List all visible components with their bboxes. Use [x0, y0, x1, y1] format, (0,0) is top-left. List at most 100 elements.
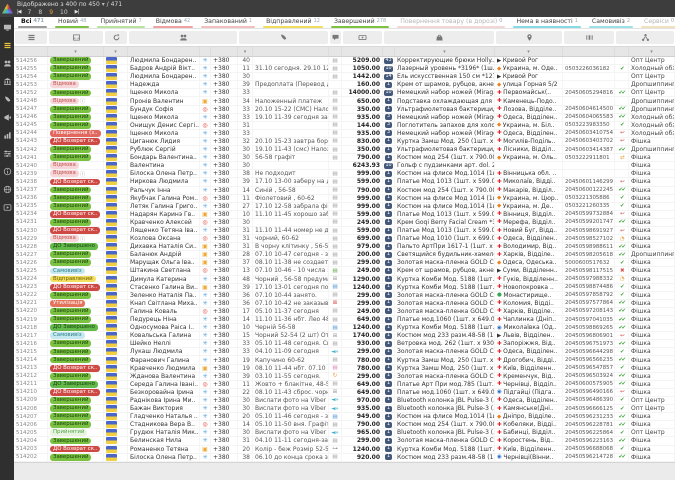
order-row[interactable]: 514242 Завершений Рублюк Сергій ✳ +380 3…	[14, 146, 675, 154]
column-filter[interactable]	[211, 47, 238, 56]
order-row[interactable]: 514223 ДО Возврат ск.. Стасенко Галина В…	[14, 284, 675, 292]
order-row[interactable]: 514256 Завершений Людмила Бондарен.. ✳ +…	[14, 57, 675, 65]
column-filter[interactable]: ▾	[395, 47, 495, 56]
order-row[interactable]: 514216 Завершений Шейко Неллі ✳ +380 33 …	[14, 340, 675, 348]
order-row[interactable]: 514237 Завершений Ральчук Інна ✳ +380 14…	[14, 187, 675, 195]
column-filter[interactable]: ▾	[495, 47, 563, 56]
sidebar-video-icon[interactable]	[3, 203, 12, 212]
order-row[interactable]: 514244 Повернення (з.. Іщенко Микола ✳ +…	[14, 130, 675, 138]
order-row[interactable]: 514230 ДО Возврат ск.. Лященко Тетяна Ів…	[14, 227, 675, 235]
column-header-network-icon[interactable]	[616, 31, 674, 44]
order-row[interactable]: 514219 Завершений Педурець Ніна ✳ +380 1…	[14, 316, 675, 324]
sidebar-globe-icon[interactable]	[3, 185, 12, 194]
order-row[interactable]: 514212 Завершений Жданова Валентина ✳ +3…	[14, 373, 675, 381]
column-header-location-icon[interactable]	[496, 31, 562, 44]
tab-3[interactable]: Відмова42	[149, 17, 198, 28]
order-row[interactable]: 514252 Завершений Іщенко Микола ✳ +380 3…	[14, 89, 675, 97]
app-logo-icon[interactable]	[2, 4, 13, 14]
column-header-customers-icon[interactable]	[129, 31, 237, 44]
order-row[interactable]: 514222 Завершений Зеленко Наталія Па.. ✳…	[14, 292, 675, 300]
tab-1[interactable]: Новий48	[51, 17, 94, 28]
order-row[interactable]: 514217 Самовивіз Ковальська Галина ✳ +38…	[14, 332, 675, 340]
order-row[interactable]: 514231 Завершений Кравченко Алексей ◎ +3…	[14, 219, 675, 227]
sidebar-megaphone-icon[interactable]	[3, 113, 12, 122]
tab-7[interactable]: Повернення товару (в дорозі)0	[393, 17, 509, 28]
order-row[interactable]: 514215 Завершений Лукаш Людмила ✳ +380 3…	[14, 348, 675, 356]
last-page-button[interactable]: ▶|	[75, 9, 79, 16]
column-filter[interactable]: ▾	[48, 47, 104, 56]
order-row[interactable]: 514203 ДО Возврат ск.. Романенко Тетяна …	[14, 446, 675, 454]
column-filter[interactable]: ▾	[104, 47, 128, 56]
column-filter[interactable]	[329, 47, 342, 56]
order-row[interactable]: 514227 Завершений Баланюк Андрій ▣ +380 …	[14, 251, 675, 259]
column-header-products-icon[interactable]	[384, 31, 494, 44]
order-row[interactable]: 514238 ДО Возврат ск.. Ниркова Людмила ✳…	[14, 178, 675, 186]
tab-4[interactable]: Запакований1	[197, 17, 259, 28]
sidebar-info-icon[interactable]	[3, 167, 12, 176]
order-row[interactable]: 514246 Завершений Іщенко Микола ✳ +380 3…	[14, 114, 675, 122]
tab-2[interactable]: Прийнятий7	[93, 17, 148, 28]
order-row[interactable]: 514229 Відмоваⓘ Козлова Оксана ◎ +380 31…	[14, 235, 675, 243]
order-row[interactable]: 514204 Завершений Белинская Нила ✳ +380 …	[14, 437, 675, 445]
column-header-chat-icon[interactable]	[330, 31, 341, 44]
column-filter[interactable]	[563, 47, 615, 56]
sidebar-bank-icon[interactable]	[3, 77, 12, 86]
order-row[interactable]: 514218 ДО Завершено Односумова Раіса І..…	[14, 324, 675, 332]
order-row[interactable]: 514202 Завершений Білоска Олена Петр.. ✳…	[14, 454, 675, 462]
chevron-down-icon[interactable]: ▾	[102, 1, 105, 8]
order-row[interactable]: 514224 Відправлений Димула Катерина ✳ +3…	[14, 276, 675, 284]
column-header-refresh-icon[interactable]	[105, 31, 127, 44]
page-number[interactable]: 7	[28, 9, 32, 16]
order-row[interactable]: 514210 ДО Возврат ск.. Безкоровайна Ірин…	[14, 389, 675, 397]
order-row[interactable]: 514239 Відмоваⓘ Білоска Олена Петр.. ✳ +…	[14, 170, 675, 178]
column-header-list-icon[interactable]	[15, 31, 47, 44]
sidebar-monitor-icon[interactable]	[3, 23, 12, 32]
sidebar-orders-icon[interactable]	[3, 41, 12, 50]
tab-5[interactable]: Відправлений12	[259, 17, 327, 28]
sidebar-sliders-icon[interactable]	[3, 149, 12, 158]
column-header-money-icon[interactable]	[343, 31, 382, 44]
tab-0[interactable]: Всі471	[14, 17, 51, 28]
order-row[interactable]: 514226 Завершений Марущак Ольга Іва.. ▣ …	[14, 259, 675, 267]
order-row[interactable]: 514214 Завершений Фаранович Галина ✳ +38…	[14, 356, 675, 364]
sidebar-customers-icon[interactable]	[3, 59, 12, 68]
column-header-phone-icon[interactable]	[239, 31, 328, 44]
order-row[interactable]: 514220 Завершений Галина Коваль ◎ +380 1…	[14, 308, 675, 316]
order-row[interactable]: 514228 ДО Завершено Дихавка Наталія Си..…	[14, 243, 675, 251]
order-row[interactable]: 514248 Відмоваⓘ Пронів Валентин ▣ +380 3…	[14, 97, 675, 105]
column-filter[interactable]: ▾	[238, 47, 253, 56]
order-row[interactable]: 514205 Прийнятий Грудюк Наталія Мик.. ✳ …	[14, 429, 675, 437]
column-filter[interactable]	[342, 47, 383, 56]
column-filter[interactable]	[615, 47, 629, 56]
order-row[interactable]: 514208 Завершений Бажан Виктория ✳ +380 …	[14, 405, 675, 413]
order-row[interactable]: 514209 Завершений Раднікова Ірина Ми.. ✳…	[14, 397, 675, 405]
column-header-barcode-icon[interactable]	[564, 31, 614, 44]
sidebar-chart-icon[interactable]	[3, 131, 12, 140]
order-row[interactable]: 514243 ДО Возврат ск.. Циганюк Лидия ✳ +…	[14, 138, 675, 146]
page-number[interactable]: 8	[38, 9, 42, 16]
column-filter[interactable]	[253, 47, 329, 56]
order-row[interactable]: 514221 Утилізація Кнап Світлана Миха.. ✳…	[14, 300, 675, 308]
order-row[interactable]: 514247 Завершений Бундук Софія ◎ +380 33…	[14, 106, 675, 114]
order-row[interactable]: 514245 Завершений Онищук Денис Сергі.. ◎…	[14, 122, 675, 130]
order-row[interactable]: 514254 Завершений Людмила Бондарен.. ✳ +…	[14, 73, 675, 81]
column-filter[interactable]	[14, 47, 48, 56]
order-row[interactable]: 514207 Завершений Гладченко Наталья .. ✳…	[14, 413, 675, 421]
tab-8[interactable]: Нема в наявності1	[509, 17, 584, 28]
order-row[interactable]: 514206 Завершений Стадникова Вера В.. ◎ …	[14, 421, 675, 429]
sidebar-phone-icon[interactable]	[3, 95, 12, 104]
order-row[interactable]: 514240 Відмова Валентина ✳ +380 30 6243.…	[14, 162, 675, 170]
column-filter[interactable]	[383, 47, 395, 56]
order-row[interactable]: 514236 Завершений Якубчак Галина Ром.. ◎…	[14, 195, 675, 203]
order-row[interactable]: 514253 Відмова Надежда ✳ +380 39 Предопл…	[14, 81, 675, 89]
page-number[interactable]: 10	[60, 9, 68, 16]
order-row[interactable]: 514235 Завершений Летяк Галина Григо.. ✳…	[14, 203, 675, 211]
order-row[interactable]: 514255 Завершений Бадров Андрій Вікт.. ✳…	[14, 65, 675, 73]
page-number[interactable]: 9	[49, 9, 53, 16]
column-header-tray-icon[interactable]	[49, 31, 103, 44]
tab-10[interactable]: Сервіси0	[637, 17, 675, 28]
tab-9[interactable]: Самовивіз2	[585, 17, 637, 28]
tab-6[interactable]: Завершений278	[327, 17, 393, 28]
order-row[interactable]: 514225 Самовивіз Штакина Светлана ◎ +380…	[14, 267, 675, 275]
order-row[interactable]: 514234 ДО Возврат ск.. Надарян Каринэ Гв…	[14, 211, 675, 219]
